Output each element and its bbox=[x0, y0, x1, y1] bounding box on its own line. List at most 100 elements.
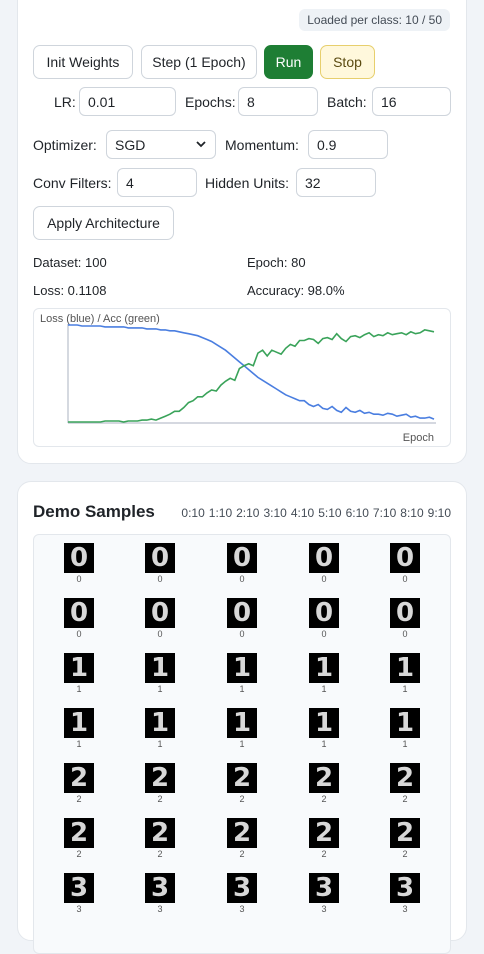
x-axis-label: Epoch bbox=[403, 432, 434, 444]
sample-label: 0 bbox=[321, 629, 327, 639]
sample-item[interactable]: 22 bbox=[309, 818, 339, 859]
run-button[interactable]: Run bbox=[264, 45, 313, 79]
step-epoch-button[interactable]: Step (1 Epoch) bbox=[141, 45, 257, 79]
digit-image: 1 bbox=[309, 653, 339, 683]
sample-label: 0 bbox=[157, 629, 163, 639]
sample-item[interactable]: 00 bbox=[227, 598, 257, 639]
class-count-9: 9:10 bbox=[427, 506, 451, 520]
digit-image: 1 bbox=[227, 708, 257, 738]
sample-item[interactable]: 33 bbox=[227, 873, 257, 914]
digit-image: 1 bbox=[145, 653, 175, 683]
lr-input[interactable]: 0.01 bbox=[79, 87, 176, 116]
digit-image: 2 bbox=[64, 763, 94, 793]
sample-item[interactable]: 22 bbox=[227, 763, 257, 804]
loaded-per-class-badge: Loaded per class: 10 / 50 bbox=[299, 9, 450, 31]
sample-item[interactable]: 22 bbox=[64, 818, 94, 859]
class-count-6: 6:10 bbox=[345, 506, 369, 520]
sample-label: 2 bbox=[402, 794, 408, 804]
sample-item[interactable]: 11 bbox=[145, 708, 175, 749]
epoch-stat: Epoch: 80 bbox=[247, 255, 306, 270]
digit-image: 2 bbox=[390, 763, 420, 793]
sample-item[interactable]: 11 bbox=[309, 708, 339, 749]
digit-image: 0 bbox=[227, 543, 257, 573]
sample-label: 3 bbox=[239, 904, 245, 914]
sample-item[interactable]: 11 bbox=[390, 708, 420, 749]
sample-item[interactable]: 22 bbox=[390, 763, 420, 804]
batch-input[interactable]: 16 bbox=[372, 87, 451, 116]
sample-label: 1 bbox=[321, 684, 327, 694]
sample-item[interactable]: 22 bbox=[227, 818, 257, 859]
digit-image: 0 bbox=[390, 598, 420, 628]
stop-button[interactable]: Stop bbox=[320, 45, 375, 79]
accuracy-series-line bbox=[68, 329, 435, 423]
optimizer-select[interactable]: SGD bbox=[106, 130, 216, 159]
sample-item[interactable]: 33 bbox=[145, 873, 175, 914]
sample-item[interactable]: 11 bbox=[64, 708, 94, 749]
sample-item[interactable]: 00 bbox=[64, 543, 94, 584]
dataset-stat: Dataset: 100 bbox=[33, 255, 107, 270]
sample-item[interactable]: 11 bbox=[390, 653, 420, 694]
sample-item[interactable]: 11 bbox=[227, 653, 257, 694]
sample-item[interactable]: 11 bbox=[145, 653, 175, 694]
sample-item[interactable]: 00 bbox=[145, 598, 175, 639]
hidden-units-input[interactable]: 32 bbox=[296, 168, 376, 197]
sample-item[interactable]: 11 bbox=[309, 653, 339, 694]
sample-item[interactable]: 22 bbox=[145, 763, 175, 804]
sample-item[interactable]: 00 bbox=[390, 543, 420, 584]
digit-image: 1 bbox=[64, 653, 94, 683]
sample-item[interactable]: 11 bbox=[64, 653, 94, 694]
digit-image: 2 bbox=[309, 818, 339, 848]
sample-label: 0 bbox=[402, 629, 408, 639]
sample-label: 1 bbox=[321, 739, 327, 749]
momentum-input[interactable]: 0.9 bbox=[308, 130, 388, 159]
epochs-input[interactable]: 8 bbox=[238, 87, 318, 116]
sample-label: 0 bbox=[402, 574, 408, 584]
optimizer-label: Optimizer: bbox=[33, 137, 97, 153]
class-count-7: 7:10 bbox=[372, 506, 397, 520]
conv-filters-input[interactable]: 4 bbox=[117, 168, 197, 197]
sample-label: 3 bbox=[76, 904, 82, 914]
class-count-5: 5:10 bbox=[318, 506, 342, 520]
sample-label: 1 bbox=[76, 739, 82, 749]
sample-item[interactable]: 22 bbox=[390, 818, 420, 859]
sample-item[interactable]: 33 bbox=[390, 873, 420, 914]
sample-label: 2 bbox=[402, 849, 408, 859]
sample-label: 1 bbox=[157, 739, 163, 749]
class-count-2: 2:10 bbox=[236, 506, 260, 520]
sample-label: 0 bbox=[76, 574, 82, 584]
sample-item[interactable]: 22 bbox=[64, 763, 94, 804]
sample-label: 2 bbox=[239, 849, 245, 859]
sample-item[interactable]: 00 bbox=[309, 543, 339, 584]
sample-item[interactable]: 00 bbox=[227, 543, 257, 584]
sample-label: 1 bbox=[157, 684, 163, 694]
sample-item[interactable]: 00 bbox=[390, 598, 420, 639]
chevron-down-icon bbox=[195, 137, 207, 153]
digit-image: 1 bbox=[390, 653, 420, 683]
sample-item[interactable]: 22 bbox=[145, 818, 175, 859]
training-chart-svg: Loss (blue) / Acc (green) Epoch bbox=[40, 313, 436, 444]
sample-item[interactable]: 22 bbox=[309, 763, 339, 804]
sample-item[interactable]: 11 bbox=[227, 708, 257, 749]
sample-label: 0 bbox=[76, 629, 82, 639]
sample-label: 1 bbox=[239, 684, 245, 694]
digit-image: 0 bbox=[309, 598, 339, 628]
sample-label: 2 bbox=[239, 794, 245, 804]
sample-item[interactable]: 00 bbox=[64, 598, 94, 639]
sample-label: 3 bbox=[157, 904, 163, 914]
sample-item[interactable]: 33 bbox=[64, 873, 94, 914]
init-weights-button[interactable]: Init Weights bbox=[33, 45, 133, 79]
digit-image: 3 bbox=[145, 873, 175, 903]
digit-image: 2 bbox=[390, 818, 420, 848]
sample-item[interactable]: 33 bbox=[309, 873, 339, 914]
apply-architecture-button[interactable]: Apply Architecture bbox=[33, 206, 174, 240]
sample-label: 1 bbox=[402, 739, 408, 749]
training-panel: Loaded per class: 10 / 50 Init Weights S… bbox=[17, 0, 467, 464]
digit-image: 2 bbox=[227, 763, 257, 793]
digit-image: 2 bbox=[227, 818, 257, 848]
sample-item[interactable]: 00 bbox=[145, 543, 175, 584]
digit-image: 1 bbox=[309, 708, 339, 738]
digit-image: 0 bbox=[64, 543, 94, 573]
digit-image: 3 bbox=[227, 873, 257, 903]
sample-item[interactable]: 00 bbox=[309, 598, 339, 639]
sample-label: 0 bbox=[239, 574, 245, 584]
